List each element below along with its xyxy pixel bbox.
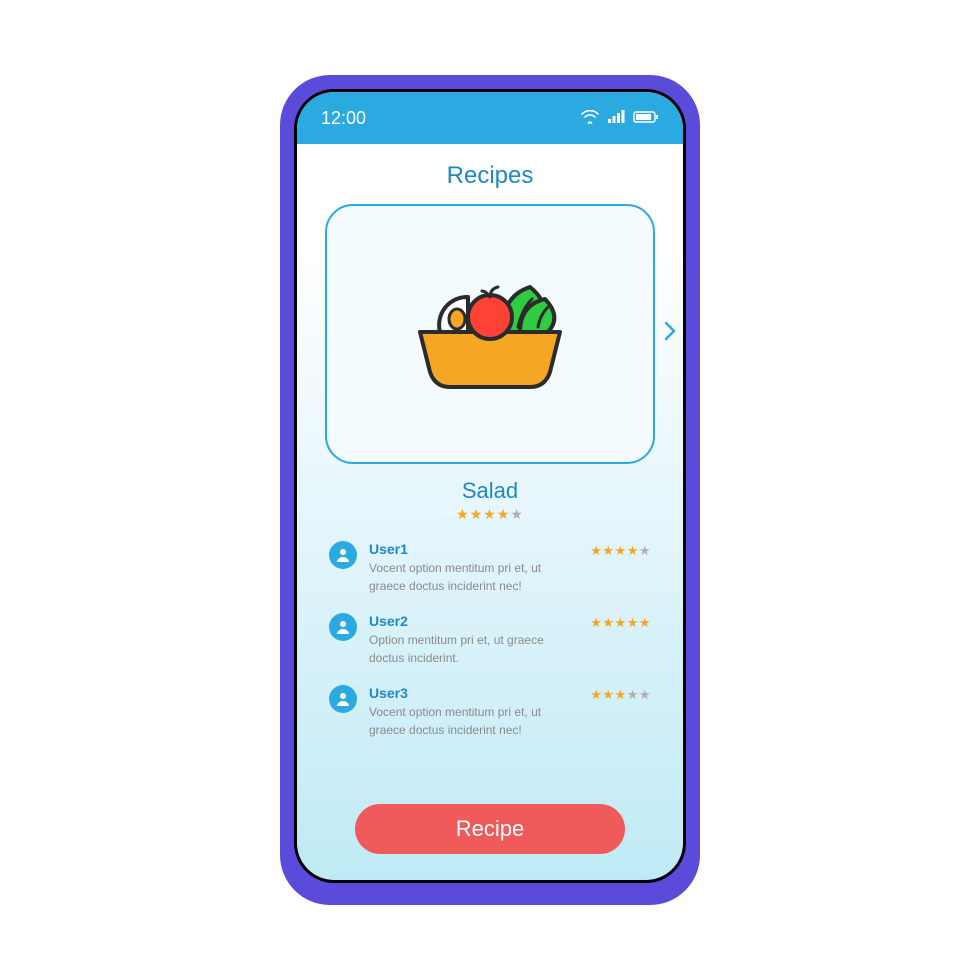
dish-name: Salad bbox=[297, 478, 683, 504]
review-rating: ★★★★★ bbox=[590, 687, 651, 703]
status-icons bbox=[581, 108, 659, 129]
wifi-icon bbox=[581, 108, 599, 129]
avatar-icon bbox=[329, 685, 357, 713]
review-rating: ★★★★★ bbox=[590, 543, 651, 559]
screen: 12:00 Recipes bbox=[297, 92, 683, 880]
battery-icon bbox=[633, 108, 659, 129]
review-item[interactable]: User1Vocent option mentitum pri et, ut g… bbox=[329, 541, 651, 595]
page-title: Recipes bbox=[297, 144, 683, 204]
phone-frame: 12:00 Recipes bbox=[280, 75, 700, 905]
dish-rating: ★★★★★ bbox=[297, 506, 683, 523]
signal-icon bbox=[607, 108, 625, 129]
avatar-icon bbox=[329, 541, 357, 569]
avatar-icon bbox=[329, 613, 357, 641]
review-text: Option mentitum pri et, ut graece doctus… bbox=[369, 631, 569, 667]
status-bar: 12:00 bbox=[297, 92, 683, 144]
status-time: 12:00 bbox=[321, 108, 366, 129]
next-arrow-icon[interactable] bbox=[663, 320, 677, 348]
review-text: Vocent option mentitum pri et, ut graece… bbox=[369, 703, 569, 739]
reviews-list: User1Vocent option mentitum pri et, ut g… bbox=[297, 523, 683, 739]
corner-decoration bbox=[297, 832, 345, 880]
recipe-card-area bbox=[297, 204, 683, 464]
recipe-card[interactable] bbox=[325, 204, 655, 464]
salad-bowl-icon bbox=[390, 257, 590, 412]
review-item[interactable]: User2Option mentitum pri et, ut graece d… bbox=[329, 613, 651, 667]
review-rating: ★★★★★ bbox=[590, 615, 651, 631]
recipe-button[interactable]: Recipe bbox=[355, 804, 625, 854]
corner-decoration bbox=[635, 832, 683, 880]
review-text: Vocent option mentitum pri et, ut graece… bbox=[369, 559, 569, 595]
review-item[interactable]: User3Vocent option mentitum pri et, ut g… bbox=[329, 685, 651, 739]
phone-bezel: 12:00 Recipes bbox=[294, 89, 686, 883]
